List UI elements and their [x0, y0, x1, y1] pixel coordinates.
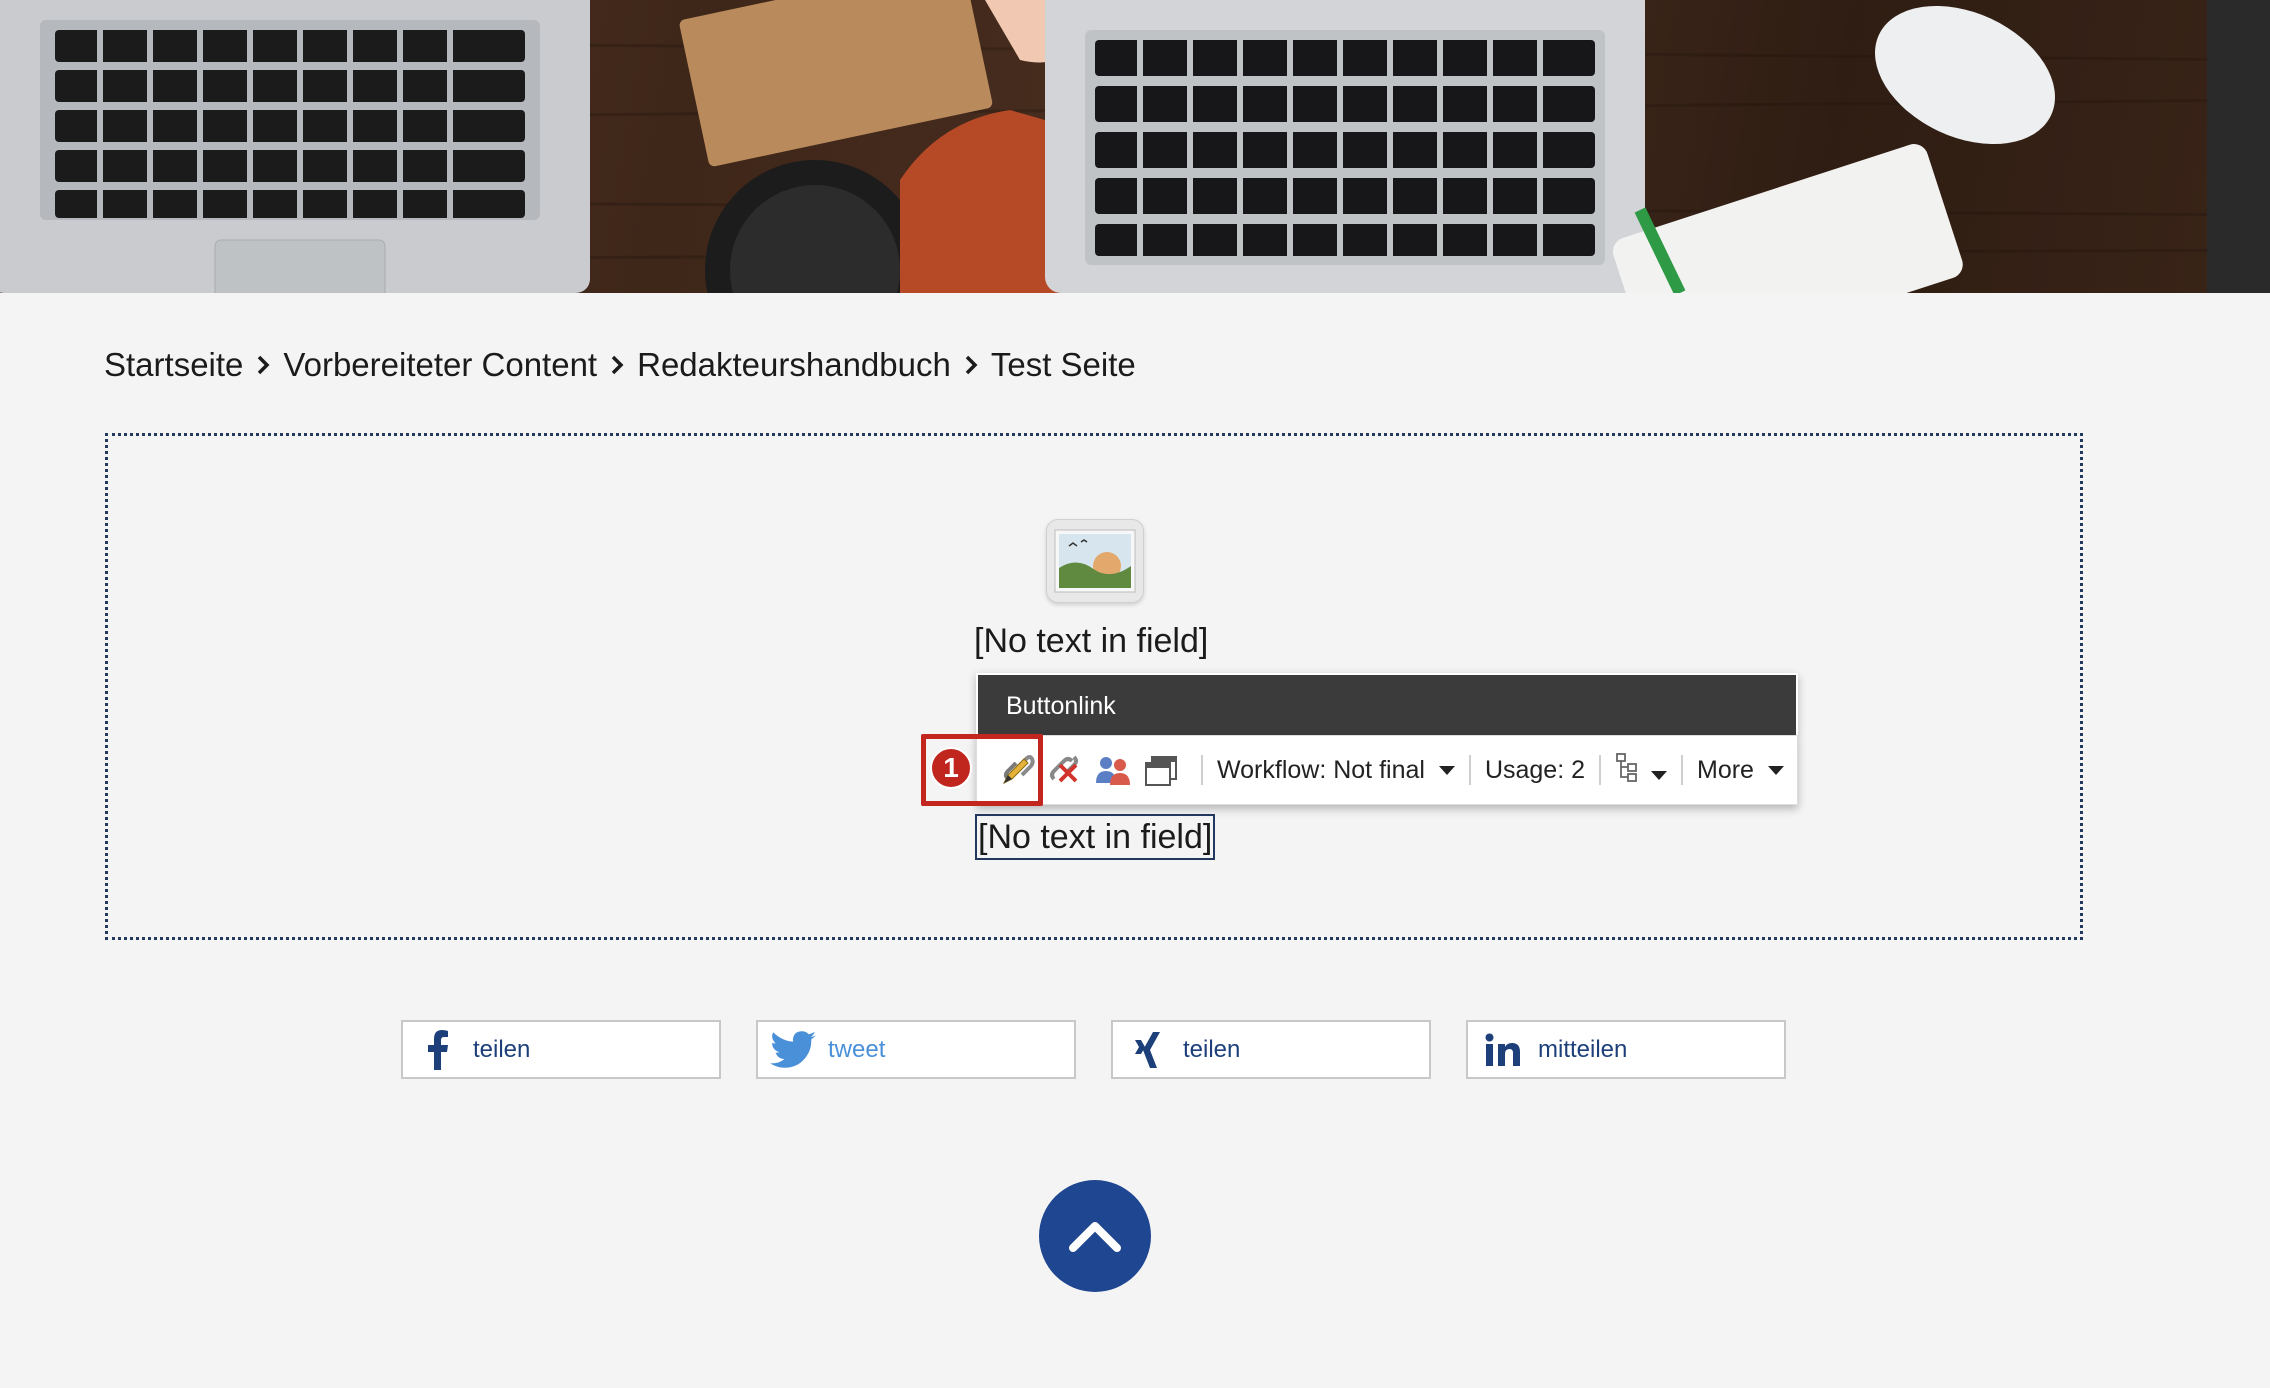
share-xing-button[interactable]: teilen [1111, 1020, 1431, 1079]
chevron-right-icon [610, 354, 624, 376]
chevron-right-icon [964, 354, 978, 376]
share-facebook-button[interactable]: teilen [401, 1020, 721, 1079]
back-to-top-button[interactable] [1039, 1180, 1151, 1292]
toolbar-divider [1599, 755, 1601, 785]
breadcrumb-item-vorbereiteter-content[interactable]: Vorbereiteter Content [283, 346, 597, 384]
share-facebook-label: teilen [473, 1035, 531, 1063]
buttonlink-text-field[interactable]: [No text in field] [975, 814, 1216, 860]
xing-icon [1113, 1031, 1183, 1068]
workflow-label: Workflow: Not final [1217, 755, 1425, 784]
caret-down-icon [1651, 770, 1667, 780]
toolbar-divider [1468, 755, 1471, 785]
share-xing-label: teilen [1183, 1035, 1241, 1063]
hero-image [0, 0, 2270, 293]
content-tree-icon [1615, 752, 1643, 789]
content-tree-dropdown[interactable] [1615, 752, 1667, 789]
usage-button[interactable]: Usage: 2 [1485, 756, 1585, 785]
field-edit-toolbar: Workflow: Not final Usage: 2 More [976, 735, 1798, 805]
toolbar-title: Buttonlink [976, 673, 1798, 735]
workflow-dropdown[interactable]: Workflow: Not final [1217, 756, 1455, 785]
more-label: More [1697, 755, 1754, 784]
image-placeholder-icon[interactable] [1046, 519, 1144, 603]
toolbar-divider [1201, 755, 1203, 785]
chevron-right-icon [256, 354, 270, 376]
toolbar-divider [1681, 755, 1683, 785]
desk-laptops-illustration [0, 0, 2270, 293]
twitter-icon [758, 1030, 828, 1069]
breadcrumb-item-redakteurshandbuch[interactable]: Redakteurshandbuch [637, 346, 951, 384]
edit-frame-icon[interactable] [1139, 748, 1183, 792]
facebook-icon [403, 1029, 473, 1070]
share-linkedin-label: mitteilen [1538, 1035, 1628, 1063]
breadcrumb-current-page: Test Seite [990, 346, 1136, 383]
share-twitter-label: tweet [828, 1035, 886, 1063]
breadcrumb: Startseite Vorbereiteter Content Redakte… [104, 346, 1136, 384]
caret-down-icon [1767, 765, 1784, 775]
remove-link-icon[interactable] [1043, 748, 1087, 792]
more-dropdown[interactable]: More [1697, 756, 1784, 785]
empty-text-field[interactable]: [No text in field] [974, 622, 1208, 661]
share-twitter-button[interactable]: tweet [756, 1020, 1076, 1079]
personalize-icon[interactable] [1091, 748, 1135, 792]
annotation-step-badge: 1 [930, 747, 972, 789]
breadcrumb-item-startseite[interactable]: Startseite [104, 346, 243, 384]
caret-down-icon [1438, 765, 1455, 775]
share-linkedin-button[interactable]: mitteilen [1466, 1020, 1786, 1079]
chevron-up-icon [1069, 1222, 1121, 1252]
linkedin-icon [1468, 1033, 1538, 1067]
